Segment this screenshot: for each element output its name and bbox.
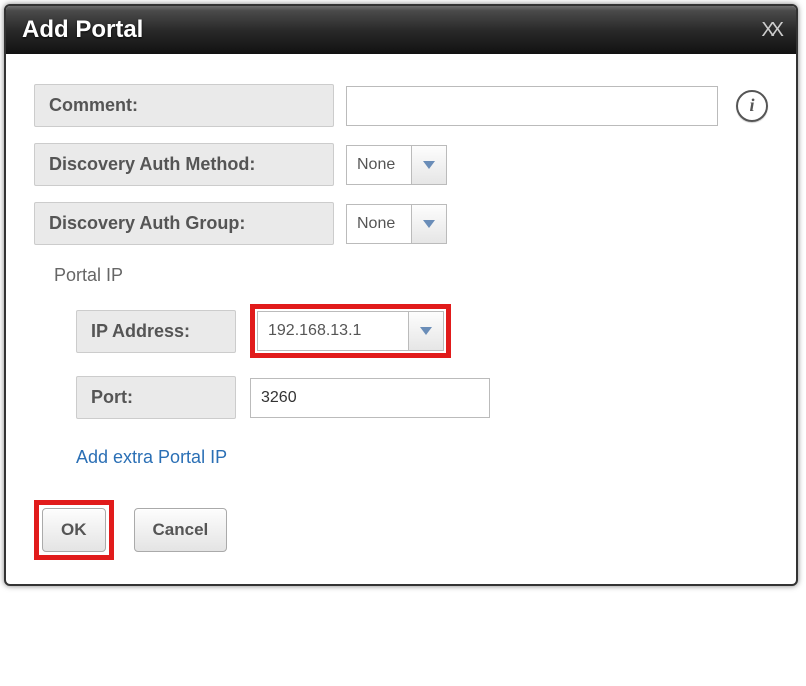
ip-address-label: IP Address: [76,310,236,353]
add-extra-portal-ip-link[interactable]: Add extra Portal IP [76,447,227,468]
row-discovery-auth-group: Discovery Auth Group: None [34,202,768,245]
highlight-ok-button: OK [34,500,114,560]
portal-ip-section-title: Portal IP [54,265,768,286]
comment-label: Comment: [34,84,334,127]
cancel-button[interactable]: Cancel [134,508,228,552]
discovery-auth-group-label: Discovery Auth Group: [34,202,334,245]
port-input[interactable] [250,378,490,418]
ip-address-value: 192.168.13.1 [258,312,408,350]
close-icon[interactable]: XX [761,19,780,42]
titlebar: Add Portal XX [6,6,796,54]
info-icon[interactable]: i [736,90,768,122]
highlight-ip-address: 192.168.13.1 [250,304,451,358]
discovery-auth-method-label: Discovery Auth Method: [34,143,334,186]
row-comment: Comment: i [34,84,768,127]
discovery-auth-group-select[interactable]: None [346,204,447,244]
chevron-down-icon [411,146,446,184]
discovery-auth-method-select[interactable]: None [346,145,447,185]
comment-input[interactable] [346,86,718,126]
row-ip-address: IP Address: 192.168.13.1 [76,304,768,358]
row-discovery-auth-method: Discovery Auth Method: None [34,143,768,186]
chevron-down-icon [408,312,443,350]
chevron-down-icon [411,205,446,243]
row-port: Port: [76,376,768,419]
dialog-footer: OK Cancel [34,500,768,560]
ip-address-select[interactable]: 192.168.13.1 [257,311,444,351]
dialog-title: Add Portal [22,16,143,44]
ok-button[interactable]: OK [42,508,106,552]
dialog-body: Comment: i Discovery Auth Method: None D… [6,54,796,584]
add-portal-dialog: Add Portal XX Comment: i Discovery Auth … [4,4,798,586]
discovery-auth-method-value: None [347,146,411,184]
discovery-auth-group-value: None [347,205,411,243]
port-label: Port: [76,376,236,419]
